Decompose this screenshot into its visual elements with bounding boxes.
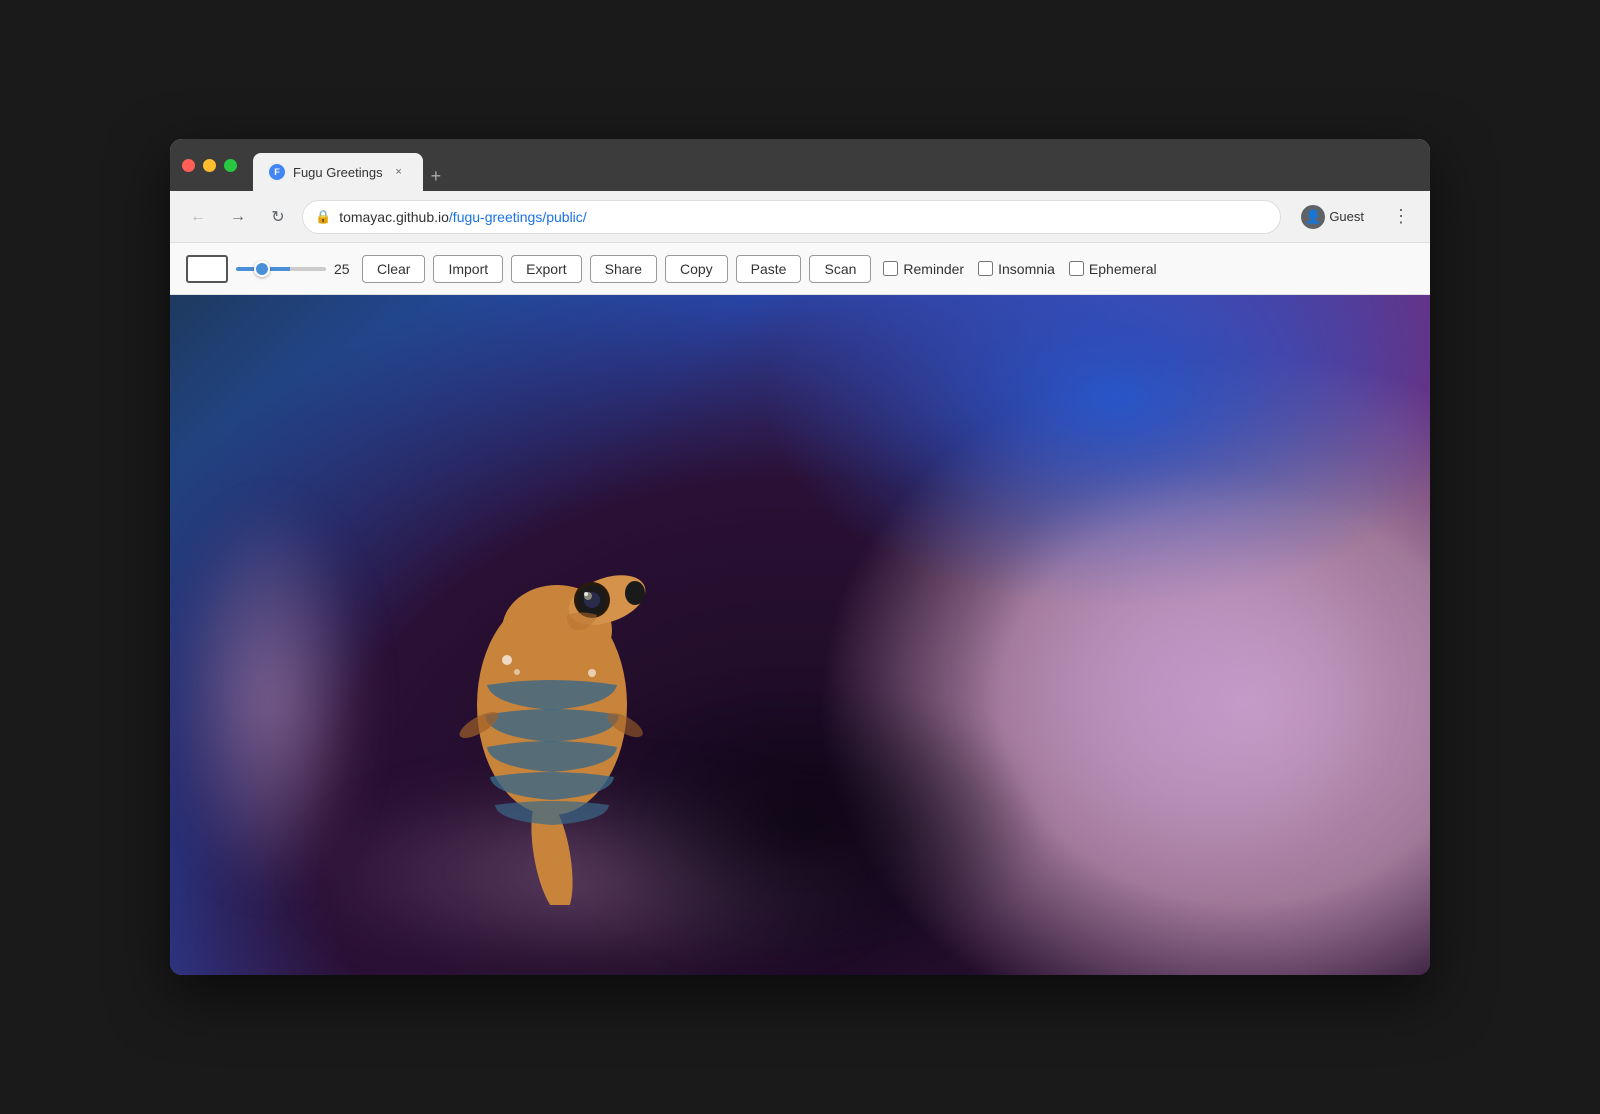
tab-favicon: F bbox=[269, 164, 285, 180]
url-bar[interactable]: 🔒 tomayac.github.io/fugu-greetings/publi… bbox=[302, 200, 1281, 234]
maximize-window-button[interactable] bbox=[224, 159, 237, 172]
brush-size-slider[interactable] bbox=[236, 267, 326, 271]
checkbox-group: Reminder Insomnia Ephemeral bbox=[883, 261, 1156, 277]
address-bar: ← → ↻ 🔒 tomayac.github.io/fugu-greetings… bbox=[170, 191, 1430, 243]
paste-button[interactable]: Paste bbox=[736, 255, 802, 283]
profile-icon: 👤 bbox=[1301, 205, 1325, 229]
new-tab-button[interactable]: + bbox=[423, 162, 450, 191]
ephemeral-checkbox-label[interactable]: Ephemeral bbox=[1069, 261, 1157, 277]
forward-button[interactable]: → bbox=[222, 201, 254, 233]
reminder-checkbox-label[interactable]: Reminder bbox=[883, 261, 964, 277]
profile-name: Guest bbox=[1329, 209, 1364, 224]
clear-button[interactable]: Clear bbox=[362, 255, 425, 283]
reminder-label: Reminder bbox=[903, 261, 964, 277]
ephemeral-label: Ephemeral bbox=[1089, 261, 1157, 277]
export-button[interactable]: Export bbox=[511, 255, 581, 283]
tab-area: F Fugu Greetings × + bbox=[253, 139, 1418, 191]
title-bar: F Fugu Greetings × + bbox=[170, 139, 1430, 191]
insomnia-checkbox[interactable] bbox=[978, 261, 993, 276]
tab-close-button[interactable]: × bbox=[391, 164, 407, 180]
app-toolbar: 25 Clear Import Export Share Copy Paste … bbox=[170, 243, 1430, 295]
import-button[interactable]: Import bbox=[433, 255, 503, 283]
tab-title: Fugu Greetings bbox=[293, 165, 383, 180]
reload-button[interactable]: ↻ bbox=[262, 201, 294, 233]
share-button[interactable]: Share bbox=[590, 255, 657, 283]
scan-button[interactable]: Scan bbox=[809, 255, 871, 283]
fish-image bbox=[397, 485, 717, 905]
slider-container: 25 bbox=[236, 261, 354, 277]
browser-menu-button[interactable]: ⋮ bbox=[1384, 202, 1418, 231]
ephemeral-checkbox[interactable] bbox=[1069, 261, 1084, 276]
color-swatch[interactable] bbox=[186, 255, 228, 283]
lock-icon: 🔒 bbox=[315, 209, 331, 225]
back-button[interactable]: ← bbox=[182, 201, 214, 233]
insomnia-checkbox-label[interactable]: Insomnia bbox=[978, 261, 1055, 277]
active-tab[interactable]: F Fugu Greetings × bbox=[253, 153, 423, 191]
url-text: tomayac.github.io/fugu-greetings/public/ bbox=[339, 209, 587, 225]
reminder-checkbox[interactable] bbox=[883, 261, 898, 276]
minimize-window-button[interactable] bbox=[203, 159, 216, 172]
profile-area[interactable]: 👤 Guest bbox=[1289, 201, 1376, 233]
underwater-background bbox=[170, 295, 1430, 975]
traffic-lights bbox=[182, 159, 237, 172]
content-area bbox=[170, 295, 1430, 975]
slider-value: 25 bbox=[334, 261, 354, 277]
close-window-button[interactable] bbox=[182, 159, 195, 172]
browser-window: F Fugu Greetings × + ← → ↻ 🔒 tomayac.git… bbox=[170, 139, 1430, 975]
copy-button[interactable]: Copy bbox=[665, 255, 728, 283]
insomnia-label: Insomnia bbox=[998, 261, 1055, 277]
